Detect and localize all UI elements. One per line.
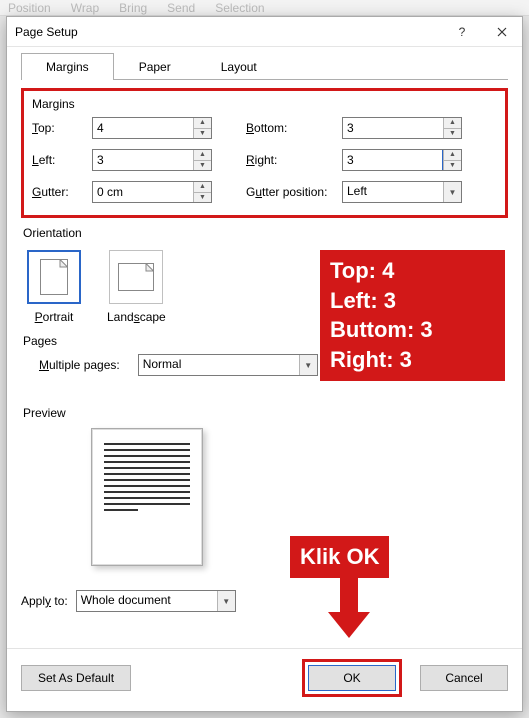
titlebar: Page Setup ? <box>7 17 522 47</box>
gutter-position-label: Gutter position: <box>246 185 342 199</box>
top-label: Top: <box>32 121 92 135</box>
orientation-legend: Orientation <box>23 226 508 240</box>
chevron-down-icon[interactable]: ▼ <box>299 355 317 375</box>
tab-strip: Margins Paper Layout <box>7 47 522 80</box>
top-input[interactable] <box>93 118 193 138</box>
cancel-button[interactable]: Cancel <box>420 665 508 691</box>
ribbon-background: Position Wrap Bring Send Selection <box>0 0 529 16</box>
spin-up-icon[interactable]: ▲ <box>444 118 461 129</box>
dialog-title: Page Setup <box>15 25 442 39</box>
spin-down-icon[interactable]: ▼ <box>194 129 211 139</box>
portrait-label: Portrait <box>35 310 74 324</box>
orientation-portrait[interactable]: Portrait <box>27 250 81 324</box>
right-input[interactable] <box>343 150 443 170</box>
multiple-pages-label: Multiple pages: <box>39 358 120 372</box>
chevron-down-icon[interactable]: ▼ <box>443 182 461 202</box>
spin-down-icon[interactable]: ▼ <box>194 193 211 203</box>
close-icon <box>497 27 507 37</box>
close-button[interactable] <box>482 17 522 47</box>
apply-to-combo[interactable]: Whole document ▼ <box>76 590 236 612</box>
bottom-label: Bottom: <box>246 121 342 135</box>
annotation-klik-ok: Klik OK <box>290 536 389 578</box>
preview-legend: Preview <box>23 406 508 420</box>
chevron-down-icon[interactable]: ▼ <box>217 591 235 611</box>
gutter-input[interactable] <box>93 182 193 202</box>
spin-up-icon[interactable]: ▲ <box>194 150 211 161</box>
multiple-pages-combo[interactable]: Normal ▼ <box>138 354 318 376</box>
annotation-margins-values: Top: 4 Left: 3 Buttom: 3 Right: 3 <box>320 250 505 381</box>
gutter-label: Gutter: <box>32 185 92 199</box>
spin-down-icon[interactable]: ▼ <box>194 161 211 171</box>
margins-highlight-box: Margins Top: ▲▼ Bottom: ▲▼ Left: ▲▼ <box>21 88 508 218</box>
right-spinner[interactable]: ▲▼ <box>342 149 462 171</box>
landscape-label: Landscape <box>107 310 166 324</box>
gutter-spinner[interactable]: ▲▼ <box>92 181 212 203</box>
set-as-default-button[interactable]: Set As Default <box>21 665 131 691</box>
margins-legend: Margins <box>26 93 503 111</box>
gutter-position-combo[interactable]: Left ▼ <box>342 181 462 203</box>
orientation-landscape[interactable]: Landscape <box>107 250 166 324</box>
left-spinner[interactable]: ▲▼ <box>92 149 212 171</box>
tab-margins[interactable]: Margins <box>21 53 114 80</box>
tab-layout[interactable]: Layout <box>196 53 282 80</box>
spin-up-icon[interactable]: ▲ <box>444 150 461 161</box>
portrait-icon <box>40 259 68 295</box>
preview-page <box>91 428 203 566</box>
ok-highlight-box: OK <box>302 659 402 697</box>
spin-up-icon[interactable]: ▲ <box>194 118 211 129</box>
spin-down-icon[interactable]: ▼ <box>444 161 461 171</box>
left-label: Left: <box>32 153 92 167</box>
right-label: Right: <box>246 153 342 167</box>
left-input[interactable] <box>93 150 193 170</box>
bottom-input[interactable] <box>343 118 443 138</box>
spin-down-icon[interactable]: ▼ <box>444 129 461 139</box>
top-spinner[interactable]: ▲▼ <box>92 117 212 139</box>
tab-paper[interactable]: Paper <box>114 53 196 80</box>
help-button[interactable]: ? <box>442 17 482 47</box>
apply-to-label: Apply to: <box>21 594 68 608</box>
spin-up-icon[interactable]: ▲ <box>194 182 211 193</box>
landscape-icon <box>118 263 154 291</box>
bottom-spinner[interactable]: ▲▼ <box>342 117 462 139</box>
ok-button[interactable]: OK <box>308 665 396 691</box>
annotation-arrow-icon <box>328 576 370 642</box>
dialog-footer: Set As Default OK Cancel <box>7 648 522 711</box>
